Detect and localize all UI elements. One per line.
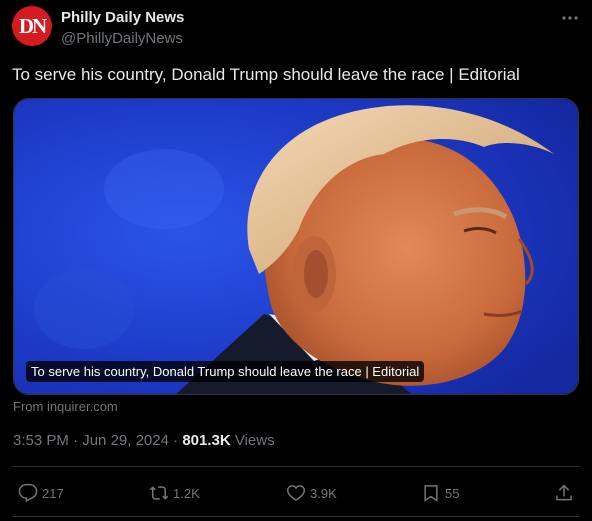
avatar-logo-text: DN bbox=[18, 13, 47, 38]
divider bbox=[13, 466, 579, 467]
display-name[interactable]: Philly Daily News bbox=[61, 9, 184, 26]
divider bbox=[13, 516, 579, 517]
bookmark-count: 55 bbox=[445, 485, 460, 501]
reply-button[interactable]: 217 bbox=[18, 478, 64, 508]
reply-icon bbox=[18, 483, 38, 503]
reply-count: 217 bbox=[42, 485, 64, 501]
user-handle[interactable]: @PhillyDailyNews bbox=[61, 30, 183, 47]
bookmark-button[interactable]: 55 bbox=[421, 478, 459, 508]
tweet-meta: 3:53 PM · Jun 29, 2024 · 801.3K Views bbox=[13, 432, 275, 449]
link-card-image[interactable]: To serve his country, Donald Trump shoul… bbox=[13, 98, 579, 395]
action-bar: 217 1.2K 3.9K 55 bbox=[0, 478, 592, 508]
views-label: Views bbox=[234, 432, 275, 449]
views-count: 801.3K bbox=[182, 432, 231, 449]
avatar[interactable]: DN bbox=[12, 6, 52, 46]
link-source[interactable]: From inquirer.com bbox=[13, 399, 118, 414]
tweet-text: To serve his country, Donald Trump shoul… bbox=[12, 65, 520, 84]
tweet-date[interactable]: Jun 29, 2024 bbox=[82, 432, 169, 449]
tweet-time[interactable]: 3:53 PM bbox=[13, 432, 69, 449]
share-icon bbox=[556, 484, 572, 501]
article-photo bbox=[14, 99, 578, 394]
more-icon[interactable] bbox=[560, 10, 580, 26]
meta-separator: · bbox=[173, 432, 183, 449]
media-caption: To serve his country, Donald Trump shoul… bbox=[26, 361, 425, 382]
heart-icon bbox=[286, 485, 306, 501]
repost-icon bbox=[149, 486, 169, 500]
repost-button[interactable]: 1.2K bbox=[149, 478, 200, 508]
repost-count: 1.2K bbox=[173, 485, 200, 501]
like-count: 3.9K bbox=[310, 485, 337, 501]
bookmark-icon bbox=[424, 485, 438, 502]
meta-separator: · bbox=[73, 432, 83, 449]
share-button[interactable] bbox=[554, 478, 574, 508]
like-button[interactable]: 3.9K bbox=[286, 478, 337, 508]
